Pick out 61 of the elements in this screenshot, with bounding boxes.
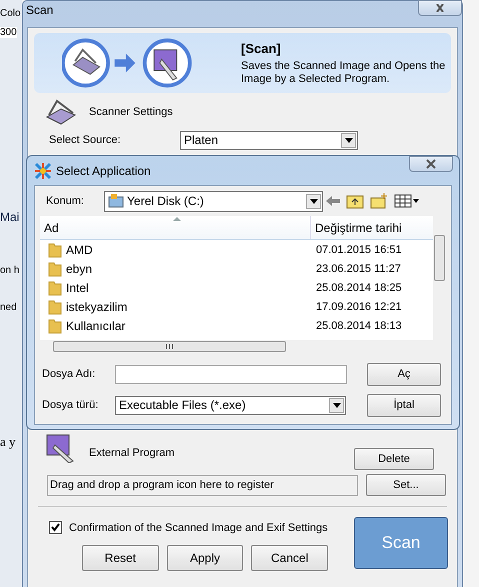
- folder-icon: [48, 242, 62, 258]
- field-label: Dosya türü:: [42, 399, 100, 411]
- close-icon: [434, 4, 446, 12]
- modified-date: 25.08.2014 18:13: [315, 320, 402, 332]
- open-button[interactable]: Aç: [367, 362, 441, 386]
- background-text: Colo: [0, 8, 21, 19]
- modified-date: 17.09.2016 12:21: [315, 300, 402, 312]
- folder-icon: [48, 318, 62, 334]
- checkbox-label: Confirmation of the Scanned Image and Exif Settings: [69, 522, 328, 534]
- background-text: 300: [0, 27, 17, 38]
- file-name[interactable]: AMD: [66, 242, 93, 256]
- dropdown-arrow-icon: [310, 198, 318, 204]
- scanner-icon: [45, 99, 77, 125]
- field-label: Konum:: [46, 195, 85, 207]
- drive-icon: [108, 193, 124, 209]
- close-button[interactable]: [418, 0, 462, 16]
- folder-icon: [48, 280, 62, 296]
- file-name[interactable]: Kullanıcılar: [66, 318, 126, 332]
- dropdown-arrow-icon: [344, 138, 352, 142]
- file-name[interactable]: ebyn: [66, 262, 92, 276]
- file-name[interactable]: istekyazilim: [66, 300, 128, 314]
- file-type-dropdown[interactable]: Executable Files (*.exe): [115, 396, 346, 414]
- background-text: on h: [0, 265, 20, 276]
- application-icon: [34, 162, 52, 180]
- close-button[interactable]: [409, 156, 453, 172]
- iptal-button[interactable]: İptal: [367, 394, 441, 416]
- location-dropdown[interactable]: Yerel Disk (C:): [104, 190, 323, 212]
- back-arrow-icon[interactable]: [326, 196, 340, 206]
- file-name-field[interactable]: [115, 364, 347, 384]
- folder-icon: [48, 260, 62, 276]
- field-label: Dosya Adı:: [42, 368, 96, 380]
- field-label: Select Source:: [49, 134, 122, 146]
- file-name[interactable]: Intel: [66, 280, 89, 294]
- close-icon: [425, 159, 437, 169]
- background-text: Mai: [0, 210, 20, 224]
- modified-date: 25.08.2014 18:25: [315, 282, 402, 294]
- checkbox[interactable]: [49, 521, 62, 534]
- up-folder-icon[interactable]: [346, 193, 364, 209]
- window-title: Select Application: [56, 164, 151, 178]
- window-title: Scan: [26, 3, 54, 17]
- section-label: Scanner Settings: [89, 106, 173, 118]
- background-text: a y: [0, 434, 16, 450]
- folder-icon: [48, 298, 62, 314]
- new-folder-icon[interactable]: [370, 193, 388, 209]
- modified-date: 07.01.2015 16:51: [315, 244, 402, 256]
- section-label: External Program: [89, 447, 176, 459]
- column-header[interactable]: Değiştirme tarihi: [311, 216, 433, 239]
- source-dropdown[interactable]: Platen: [180, 130, 358, 150]
- modified-date: 23.06.2015 11:27: [315, 262, 401, 274]
- view-menu-icon[interactable]: [394, 193, 420, 209]
- dialog-button[interactable]: Reset: [82, 545, 159, 571]
- dropdown-arrow-icon: [332, 402, 340, 408]
- background-text: ned: [0, 302, 17, 313]
- set-button[interactable]: Set...: [366, 474, 446, 496]
- delete-button[interactable]: Delete: [354, 448, 434, 470]
- banner-heading: [Scan]: [241, 40, 282, 56]
- banner-description: Saves the Scanned Image and Opens the Image by a Selected Program.: [241, 60, 446, 86]
- drop-area[interactable]: Drag and drop a program icon here to register: [47, 474, 358, 496]
- dialog-button[interactable]: Cancel: [251, 545, 328, 571]
- dialog-button[interactable]: Apply: [166, 545, 244, 571]
- sort-arrow-icon: [173, 217, 181, 221]
